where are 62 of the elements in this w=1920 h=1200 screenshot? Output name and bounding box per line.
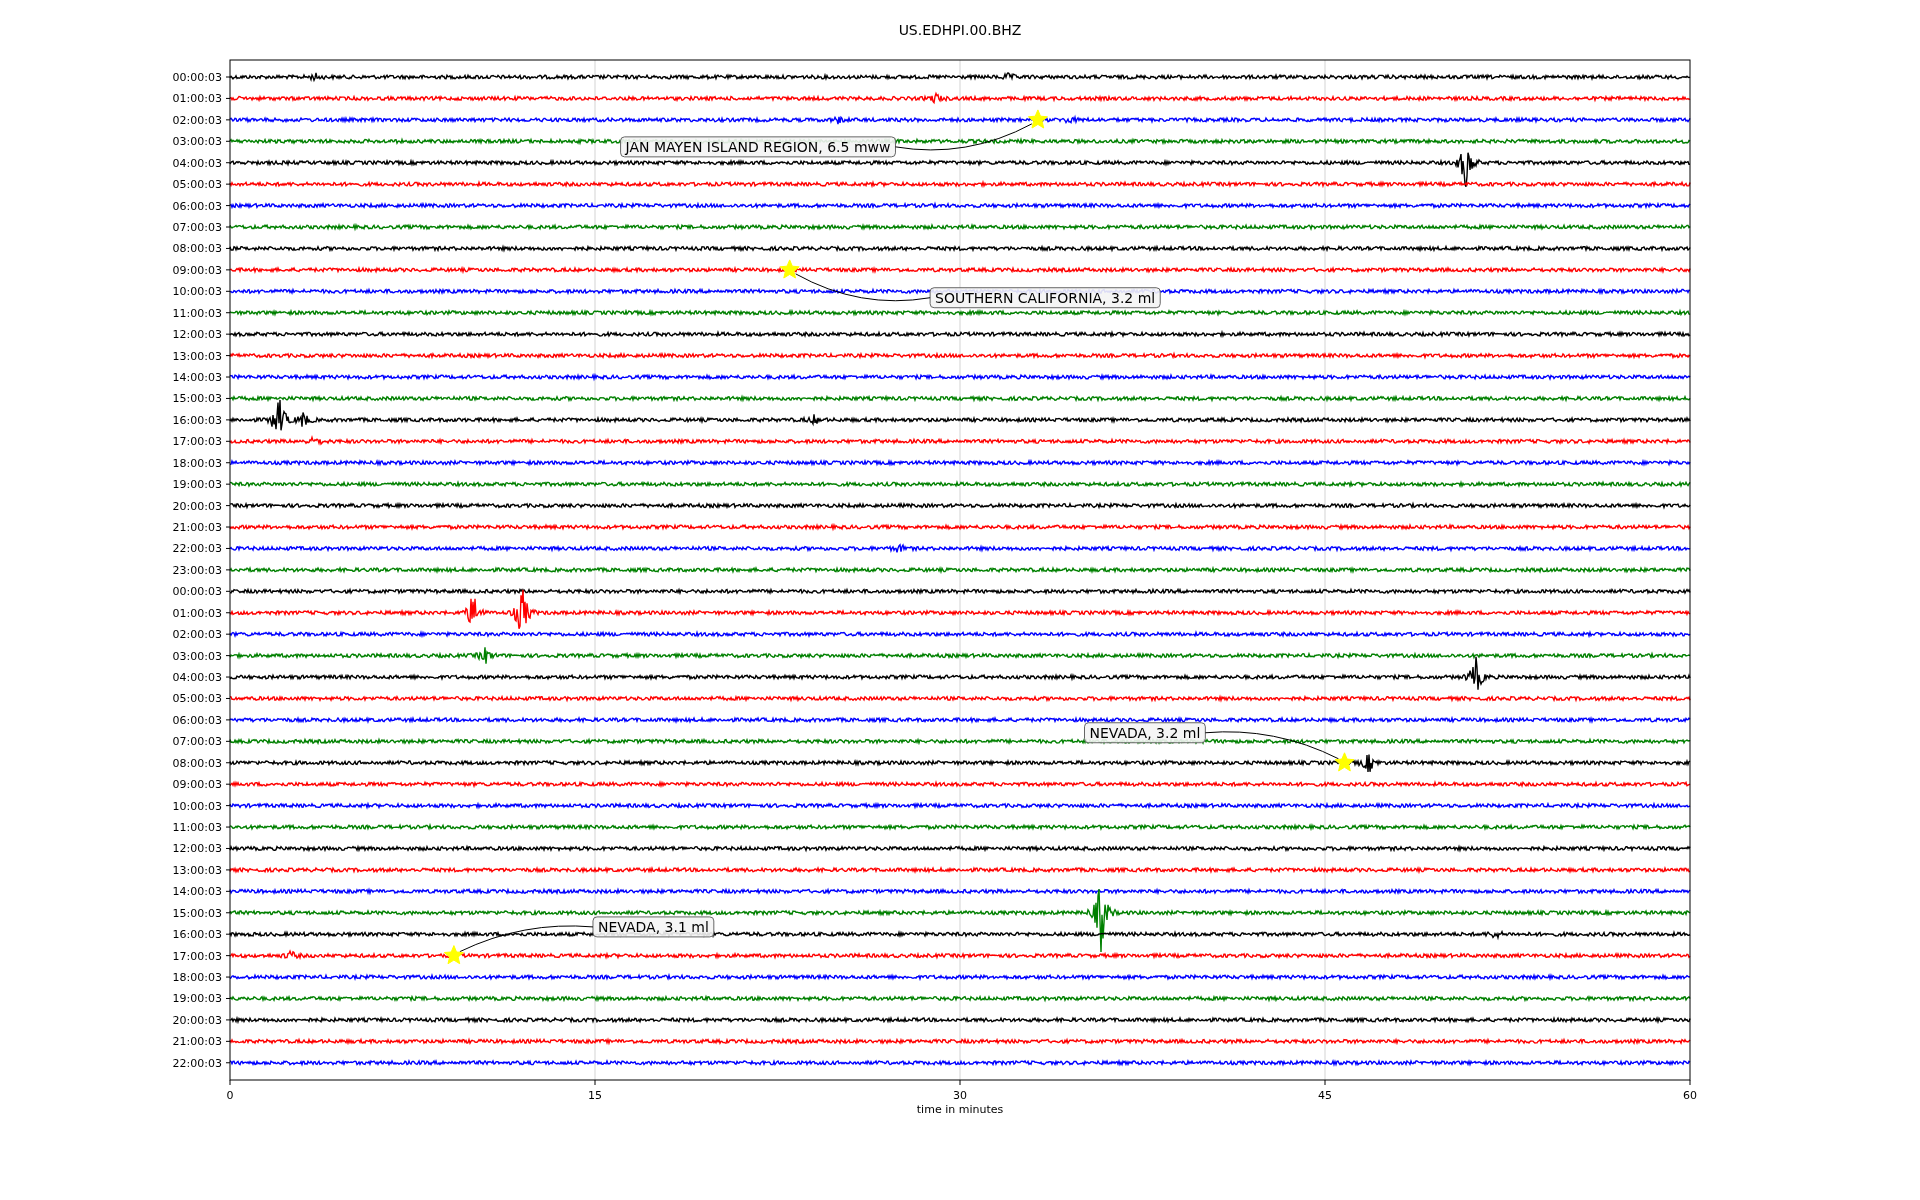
y-tick-label: 08:00:03 xyxy=(172,756,222,770)
y-tick-label: 16:00:03 xyxy=(172,928,222,942)
y-tick-label: 13:00:03 xyxy=(172,349,222,363)
y-tick-label: 19:00:03 xyxy=(172,478,222,492)
x-tick-label: 15 xyxy=(588,1089,602,1102)
y-tick-label: 18:00:03 xyxy=(172,456,222,470)
y-tick-label: 07:00:03 xyxy=(172,735,222,749)
y-tick-label: 20:00:03 xyxy=(172,1013,222,1027)
y-tick-label: 06:00:03 xyxy=(172,713,222,727)
y-tick-label: 02:00:03 xyxy=(172,628,222,642)
y-tick-label: 05:00:03 xyxy=(172,178,222,192)
y-tick-label: 03:00:03 xyxy=(172,135,222,149)
y-tick-label: 04:00:03 xyxy=(172,671,222,685)
x-tick-label: 30 xyxy=(953,1089,967,1102)
y-tick-label: 22:00:03 xyxy=(172,542,222,556)
y-tick-label: 19:00:03 xyxy=(172,992,222,1006)
event-label: NEVADA, 3.2 ml xyxy=(1084,722,1206,744)
y-tick-label: 10:00:03 xyxy=(172,799,222,813)
y-tick-label: 13:00:03 xyxy=(172,863,222,877)
y-tick-label: 02:00:03 xyxy=(172,113,222,127)
y-tick-label: 01:00:03 xyxy=(172,606,222,620)
x-tick-label: 60 xyxy=(1683,1089,1697,1102)
y-tick-label: 21:00:03 xyxy=(172,1035,222,1049)
y-tick-label: 11:00:03 xyxy=(172,821,222,835)
event-label: SOUTHERN CALIFORNIA, 3.2 ml xyxy=(929,287,1161,309)
y-tick-label: 00:00:03 xyxy=(172,71,222,84)
y-tick-label: 23:00:03 xyxy=(172,563,222,577)
star-marker xyxy=(779,259,800,279)
y-tick-label: 17:00:03 xyxy=(172,435,222,449)
x-tick-label: 0 xyxy=(226,1089,234,1102)
y-tick-label: 16:00:03 xyxy=(172,413,222,427)
y-tick-label: 12:00:03 xyxy=(172,842,222,856)
star-marker xyxy=(1027,109,1048,129)
y-tick-label: 11:00:03 xyxy=(172,306,222,320)
y-tick-label: 15:00:03 xyxy=(172,392,222,406)
star-marker xyxy=(1334,752,1355,772)
event-label: NEVADA, 3.1 ml xyxy=(592,916,715,938)
y-tick-label: 08:00:03 xyxy=(172,242,222,256)
y-tick-label: 17:00:03 xyxy=(172,949,222,963)
y-tick-label: 15:00:03 xyxy=(172,906,222,920)
x-axis-label: time in minutes xyxy=(916,1103,1004,1116)
y-tick-label: 07:00:03 xyxy=(172,221,222,234)
y-tick-label: 03:00:03 xyxy=(172,649,222,663)
y-tick-label: 00:00:03 xyxy=(172,585,222,599)
y-tick-label: 04:00:03 xyxy=(172,156,222,170)
y-tick-label: 06:00:03 xyxy=(172,199,222,213)
y-tick-label: 14:00:03 xyxy=(172,885,222,899)
y-tick-label: 05:00:03 xyxy=(172,692,222,706)
chart-title: US.EDHPI.00.BHZ xyxy=(898,22,1022,38)
y-tick-label: 09:00:03 xyxy=(172,778,222,792)
y-tick-label: 10:00:03 xyxy=(172,285,222,299)
y-tick-label: 12:00:03 xyxy=(172,328,222,342)
y-tick-label: 22:00:03 xyxy=(172,1056,222,1070)
y-tick-label: 21:00:03 xyxy=(172,521,222,535)
y-tick-label: 09:00:03 xyxy=(172,263,222,277)
y-tick-label: 18:00:03 xyxy=(172,971,222,985)
y-tick-label: 01:00:03 xyxy=(172,92,222,106)
y-tick-label: 20:00:03 xyxy=(172,499,222,513)
star-marker xyxy=(443,945,464,965)
x-tick-label: 45 xyxy=(1318,1089,1332,1102)
event-label: JAN MAYEN ISLAND REGION, 6.5 mww xyxy=(620,136,896,158)
y-tick-label: 14:00:03 xyxy=(172,371,222,384)
